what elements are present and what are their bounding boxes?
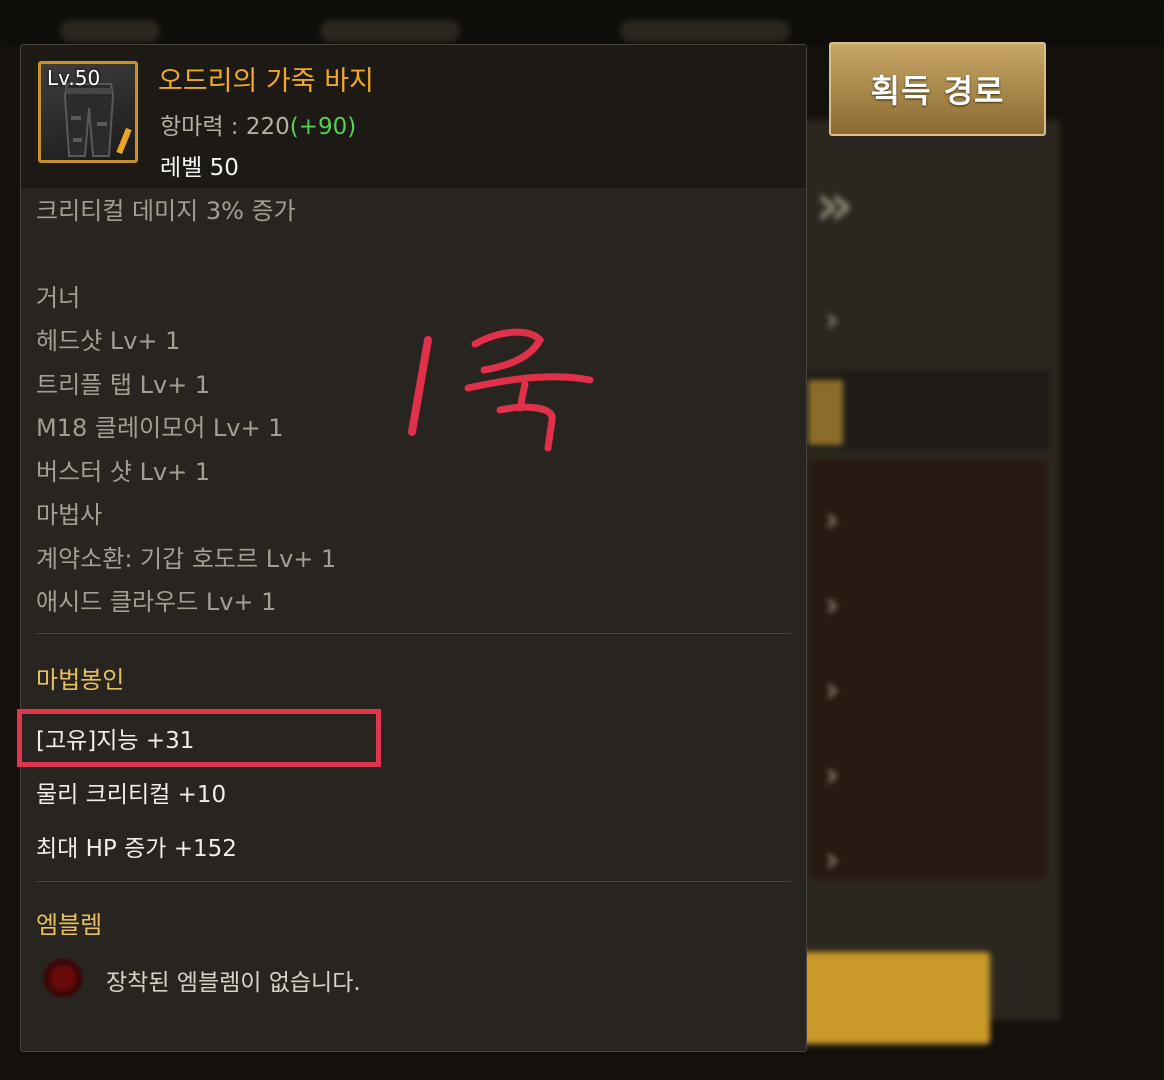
tooltip-header: Lv.50 오드리의 가죽 바지 항마력 : 220(+90) 레벨 50 <box>21 45 806 188</box>
item-required-level: 레벨 50 <box>160 155 239 181</box>
chevron-right-icon: › <box>825 300 840 340</box>
magic-seal-line: 물리 크리티컬 +10 <box>36 782 227 808</box>
magic-defense-bonus: (+90) <box>289 114 357 140</box>
handwritten-annotation <box>408 328 594 452</box>
acquire-path-button[interactable]: 획득 경로 <box>829 42 1046 136</box>
chevron-right-icon: › <box>825 670 840 710</box>
tab-active-bg <box>808 380 843 445</box>
item-icon: Lv.50 <box>38 61 138 163</box>
option-line: 계약소환: 기갑 호도르 Lv+ 1 <box>36 545 337 573</box>
emblem-title: 엠블렘 <box>36 911 103 939</box>
option-line: 트리플 탭 Lv+ 1 <box>36 371 211 399</box>
annotation-highlight-box <box>17 709 381 767</box>
magic-defense-value: 항마력 : 220 <box>160 114 290 140</box>
chevron-right-icon: › <box>825 840 840 880</box>
item-level-badge: Lv.50 <box>47 66 101 90</box>
option-line: 애시드 클라우드 Lv+ 1 <box>36 588 277 616</box>
option-line: 헤드샷 Lv+ 1 <box>36 327 181 355</box>
emblem-empty-text: 장착된 엠블렘이 없습니다. <box>106 970 361 996</box>
top-currency-bar <box>0 0 1164 45</box>
chevron-right-icon: » <box>815 170 854 240</box>
item-grade-mark-icon <box>116 127 132 155</box>
leather-pants-icon <box>63 83 115 157</box>
chevron-right-icon: › <box>825 755 840 795</box>
option-line: 마법사 <box>36 501 103 529</box>
item-magic-defense: 항마력 : 220(+90) <box>160 107 356 141</box>
stat-column-bg <box>808 460 1048 880</box>
option-line: 거너 <box>36 284 81 312</box>
divider <box>36 881 791 882</box>
divider <box>36 633 791 634</box>
item-name: 오드리의 가죽 바지 <box>158 66 374 97</box>
emblem-slot-icon <box>43 958 83 998</box>
magic-seal-title: 마법봉인 <box>36 666 125 694</box>
item-tooltip: Lv.50 오드리의 가죽 바지 항마력 : 220(+90) 레벨 50 크리… <box>17 44 807 1052</box>
chevron-right-icon: › <box>825 585 840 625</box>
option-line: M18 클레이모어 Lv+ 1 <box>36 414 284 442</box>
magic-seal-line: 최대 HP 증가 +152 <box>36 836 237 862</box>
chevron-right-icon: › <box>825 500 840 540</box>
option-line: 크리티컬 데미지 3% 증가 <box>36 197 296 225</box>
option-line: 버스터 샷 Lv+ 1 <box>36 458 211 486</box>
